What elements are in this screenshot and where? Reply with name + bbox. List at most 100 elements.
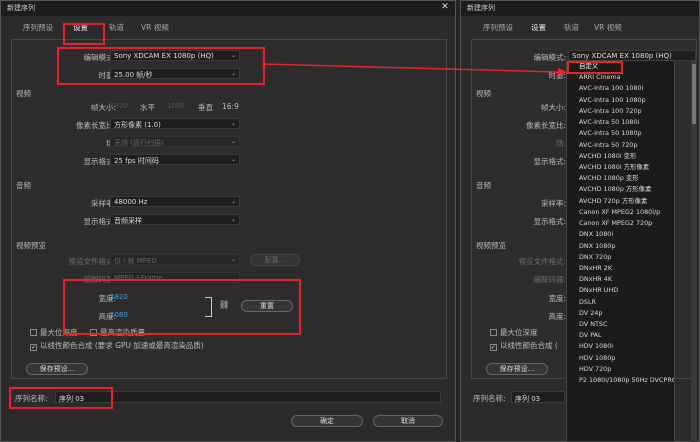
editing-mode-dropdown[interactable]: Sony XDCAM EX 1080p (HQ) ⌄ [110, 50, 240, 61]
audio-section-title: 音频 [476, 181, 491, 190]
dialog-title: 新建序列 [7, 4, 35, 12]
checkbox-box[interactable] [490, 329, 497, 336]
sequence-name-input[interactable]: 序列 03 [511, 391, 565, 403]
configure-button: 配置... [250, 254, 300, 266]
dropdown-option[interactable]: 自定义 [567, 61, 674, 72]
cancel-button[interactable]: 取消 [373, 415, 443, 427]
tab-settings[interactable]: 设置 [531, 22, 546, 33]
scrollbar-thumb[interactable] [692, 64, 696, 124]
timebase-value: 25.00 帧/秒 [114, 71, 153, 79]
dropdown-option[interactable]: HDV 720p [567, 364, 674, 375]
pixel-aspect-dropdown[interactable]: 方形像素 (1.0) ⌄ [110, 118, 240, 129]
dropdown-option[interactable]: AVC-Intra 50 1080p [567, 128, 674, 139]
tab-vr-video[interactable]: VR 视频 [594, 22, 622, 33]
sequence-name-label: 序列名称: [15, 394, 48, 403]
dropdown-option[interactable]: ARRI Cinema [567, 72, 674, 83]
pixel-aspect-label: 像素长宽比: [525, 121, 566, 130]
dropdown-option[interactable]: DNX 720p [567, 252, 674, 263]
save-preset-button[interactable]: 保存预设... [486, 363, 548, 375]
dropdown-option[interactable]: AVCHD 1080p 变形 [567, 173, 674, 184]
tab-vr-video[interactable]: VR 视频 [141, 22, 169, 33]
preview-format-label: 预览文件格式: [518, 257, 566, 266]
sample-rate-dropdown[interactable]: 48000 Hz ⌄ [110, 196, 240, 207]
dropdown-option[interactable]: DV NTSC [567, 319, 674, 330]
editing-mode-dropdown-list[interactable]: 自定义 ARRI Cinema AVC-Intra 100 1080i AVC-Int… [566, 60, 675, 442]
checkbox-box[interactable] [30, 329, 37, 336]
fields-dropdown: 无场 (逐行扫描) ⌄ [110, 136, 240, 147]
max-bit-depth-checkbox[interactable]: 最大位深度 [30, 327, 78, 338]
dropdown-option[interactable]: DV 24p [567, 308, 674, 319]
link-icon[interactable]: ⛓ [219, 300, 229, 309]
tab-tracks[interactable]: 轨道 [564, 22, 579, 33]
preview-format-dropdown: 仅 I 帧 MPEG ⌄ [110, 254, 240, 265]
scrollbar[interactable] [691, 60, 697, 442]
dropdown-option[interactable]: HDV 1080p [567, 353, 674, 364]
dropdown-option[interactable]: AVC-Intra 100 720p [567, 106, 674, 117]
dropdown-option[interactable]: DNX 1080p [567, 241, 674, 252]
dropdown-option[interactable]: DNxHR UHD [567, 285, 674, 296]
dropdown-option[interactable]: AVCHD 1080i 方形像素 [567, 162, 674, 173]
sequence-name-label: 序列名称: [473, 394, 506, 403]
dropdown-option[interactable]: AVC-Intra 50 720p [567, 140, 674, 151]
max-bit-depth-checkbox[interactable]: 最大位深度 [490, 327, 538, 338]
max-bit-depth-label: 最大位深度 [500, 328, 538, 337]
max-render-quality-checkbox[interactable]: 最高渲染质量 [90, 327, 145, 338]
dropdown-option[interactable]: AVC-Intra 100 1080p [567, 95, 674, 106]
dropdown-option[interactable]: AVC-Intra 50 1080i [567, 117, 674, 128]
tab-bar: 序列预设 设置 轨道 VR 视频 [461, 16, 699, 36]
sequence-name-input[interactable]: 序列 03 [55, 391, 441, 403]
dropdown-option[interactable]: DNxHR 2K [567, 263, 674, 274]
close-icon[interactable]: ✕ [439, 2, 451, 13]
checkbox-box[interactable] [90, 329, 97, 336]
editing-mode-value: Sony XDCAM EX 1080p (HQ) [114, 52, 214, 60]
preview-width-label: 宽度: [548, 294, 566, 303]
reset-button[interactable]: 重置 [241, 300, 293, 312]
dropdown-option[interactable]: AVCHD 1080p 方形像素 [567, 184, 674, 195]
codec-dropdown: MPEG I-Frame [110, 272, 240, 283]
audio-display-format-dropdown[interactable]: 音频采样 ⌄ [110, 214, 240, 225]
dropdown-option[interactable]: P2 1080i/1080p 50Hz DVCPROHD [567, 375, 674, 386]
video-section-title: 视频 [476, 89, 491, 98]
tab-tracks[interactable]: 轨道 [109, 22, 124, 33]
linear-color-checkbox[interactable]: ✓ 以线性颜色合成 ( [490, 340, 558, 351]
settings-panel: 编辑模式: Sony XDCAM EX 1080p (HQ) ⌄ 时基: 25.0… [11, 39, 447, 379]
check-icon[interactable]: ✓ [30, 344, 37, 351]
dropdown-option[interactable]: DSLR [567, 297, 674, 308]
preview-format-label: 预览文件格式: [68, 257, 116, 266]
dialog-title: 新建序列 [467, 4, 495, 12]
tab-bar: 序列预设 设置 轨道 VR 视频 [1, 16, 455, 36]
dropdown-option[interactable]: Canon XF MPEG2 720p [567, 218, 674, 229]
dropdown-option[interactable]: AVCHD 1080i 变形 [567, 151, 674, 162]
frame-width-value: 1920 [110, 102, 128, 110]
linear-color-checkbox[interactable]: ✓ 以线性颜色合成 (要求 GPU 加速或最高渲染品质) [30, 340, 204, 351]
frame-height-value: 1080 [167, 102, 185, 110]
codec-value: MPEG I-Frame [114, 274, 163, 282]
dropdown-option[interactable]: Canon XF MPEG2 1080i/p [567, 207, 674, 218]
preview-format-value: 仅 I 帧 MPEG [114, 257, 157, 265]
aspect-ratio-value: 16:9 [222, 102, 239, 111]
dropdown-option[interactable]: DV PAL [567, 330, 674, 341]
dropdown-option[interactable]: AVCHD 720p 方形像素 [567, 196, 674, 207]
preview-height-value[interactable]: 1080 [110, 311, 128, 319]
display-format-label: 显示格式: [533, 157, 566, 166]
video-display-format-dropdown[interactable]: 25 fps 时间码 ⌄ [110, 154, 240, 165]
video-section-title: 视频 [16, 89, 31, 98]
dropdown-option[interactable]: DNxHR 4K [567, 274, 674, 285]
linear-color-label: 以线性颜色合成 (要求 GPU 加速或最高渲染品质) [40, 341, 204, 350]
preview-width-value[interactable]: 1920 [110, 293, 128, 301]
title-bar: 新建序列 ✕ [1, 1, 455, 16]
tab-sequence-presets[interactable]: 序列预设 [483, 22, 513, 33]
codec-label: 编解码器: [533, 275, 566, 284]
tab-sequence-presets[interactable]: 序列预设 [23, 22, 53, 33]
editing-mode-value: Sony XDCAM EX 1080p (HQ) [572, 52, 672, 60]
tab-settings[interactable]: 设置 [73, 22, 88, 33]
preview-height-label: 高度: [548, 312, 566, 321]
dropdown-option[interactable]: DNX 1080i [567, 229, 674, 240]
timebase-dropdown[interactable]: 25.00 帧/秒 ⌄ [110, 68, 240, 79]
ok-button[interactable]: 确定 [291, 415, 363, 427]
horizontal-label: 水平 [140, 103, 155, 112]
dropdown-option[interactable]: AVC-Intra 100 1080i [567, 83, 674, 94]
dropdown-option[interactable]: HDV 1080i [567, 341, 674, 352]
save-preset-button[interactable]: 保存预设... [26, 363, 88, 375]
check-icon[interactable]: ✓ [490, 344, 497, 351]
